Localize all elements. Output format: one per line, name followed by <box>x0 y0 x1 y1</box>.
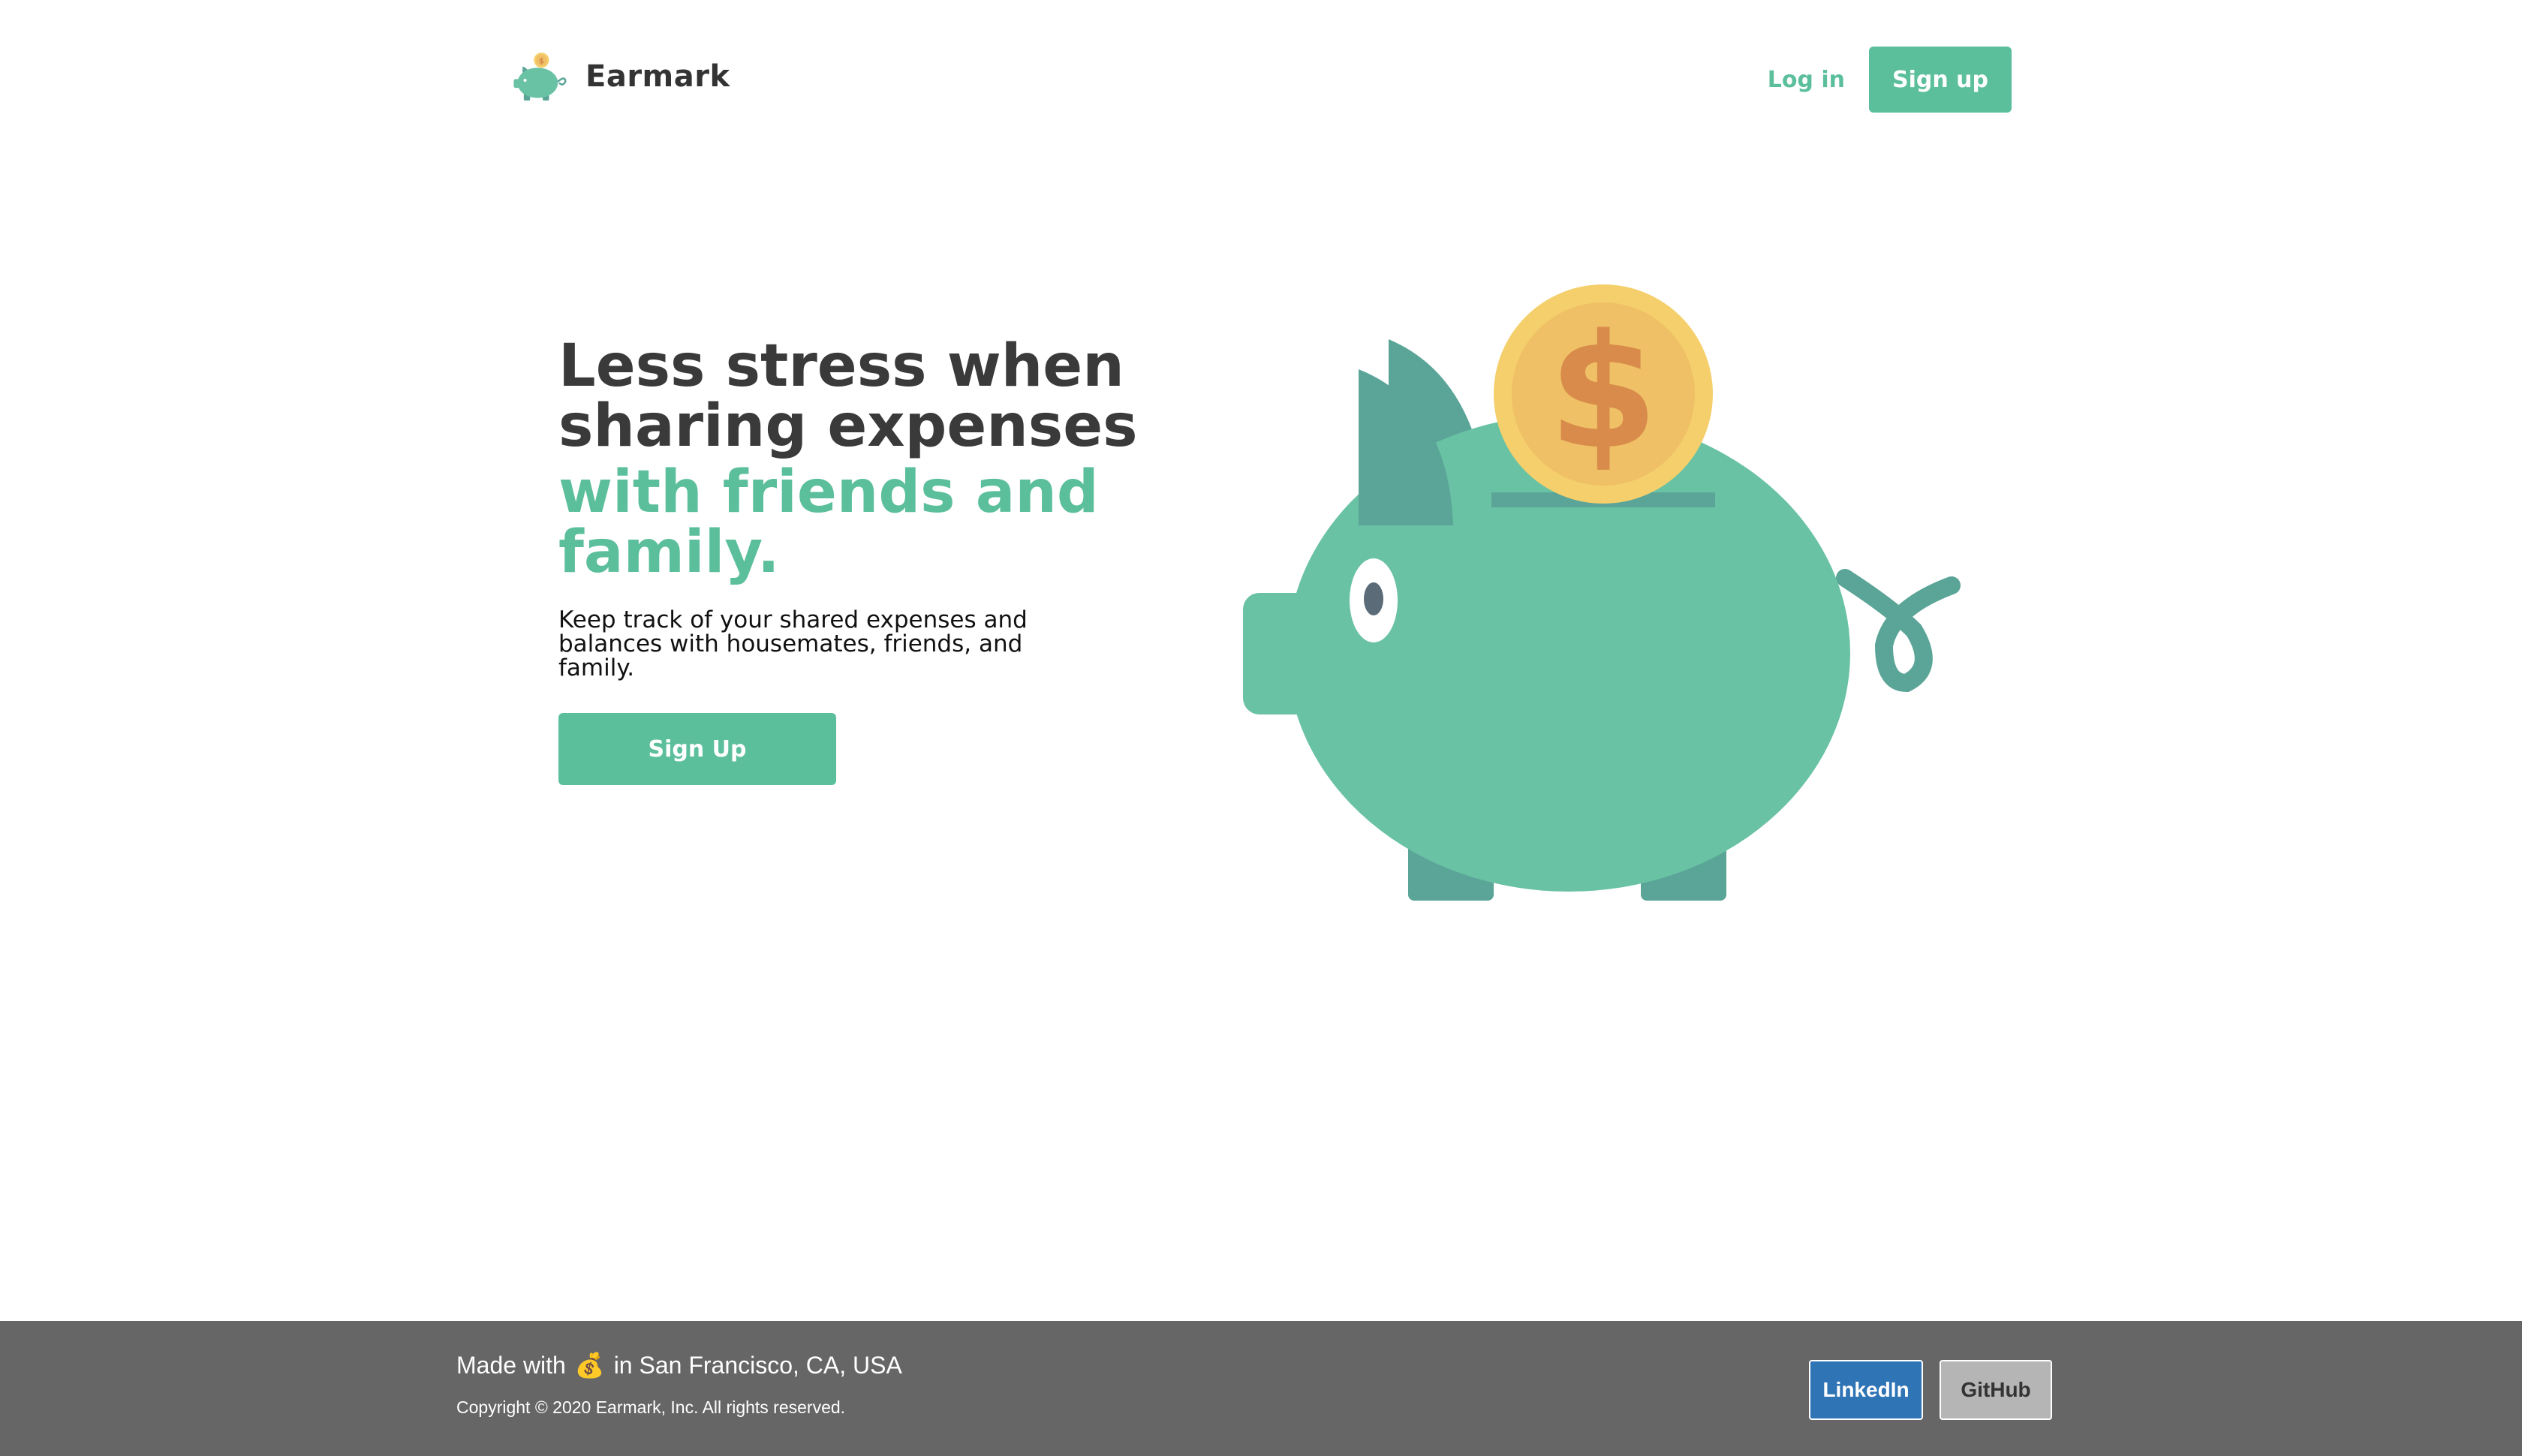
money-bag-icon: 💰 <box>574 1352 605 1379</box>
made-with-suffix: in San Francisco, CA, USA <box>613 1351 902 1379</box>
landing-page: $ Earmark Log in Sign up Less stress whe… <box>0 0 2522 1456</box>
pig-tail <box>1836 569 1961 693</box>
github-button[interactable]: GitHub <box>1940 1360 2052 1420</box>
piggy-bank-logo-icon: $ <box>513 53 567 101</box>
site-footer: Made with 💰 in San Francisco, CA, USA Co… <box>0 1321 2522 1456</box>
footer-made-with: Made with 💰 in San Francisco, CA, USA <box>456 1351 902 1379</box>
piggy-bank-icon: $ <box>1243 284 1961 901</box>
svg-text:$: $ <box>539 56 545 65</box>
hero-subtext: Keep track of your shared expenses and b… <box>558 606 1028 681</box>
footer-info: Made with 💰 in San Francisco, CA, USA Co… <box>456 1351 902 1418</box>
pig-snout <box>1243 593 1333 714</box>
made-with-prefix: Made with <box>456 1351 566 1379</box>
brand[interactable]: $ Earmark <box>507 45 730 108</box>
brand-name: Earmark <box>585 59 730 94</box>
footer-social-links: LinkedIn GitHub <box>1809 1360 2052 1420</box>
coin-dollar-sign: $ <box>1548 300 1658 484</box>
login-link[interactable]: Log in <box>1768 67 1845 93</box>
footer-copyright: Copyright © 2020 Earmark, Inc. All right… <box>456 1397 846 1417</box>
hero-headline: Less stress when sharing expenses <box>558 332 1138 460</box>
linkedin-button[interactable]: LinkedIn <box>1809 1360 1923 1420</box>
hero-signup-button[interactable]: Sign Up <box>558 713 836 785</box>
header-nav: Log in Sign up <box>1768 47 2012 113</box>
hero-headline-accent: with friends and family. <box>558 459 1099 586</box>
site-header: $ Earmark Log in Sign up <box>0 0 2522 150</box>
hero-content: Less stress when sharing expenses with f… <box>558 336 1174 785</box>
signup-button[interactable]: Sign up <box>1869 47 2012 113</box>
pig-pupil <box>1364 582 1383 615</box>
